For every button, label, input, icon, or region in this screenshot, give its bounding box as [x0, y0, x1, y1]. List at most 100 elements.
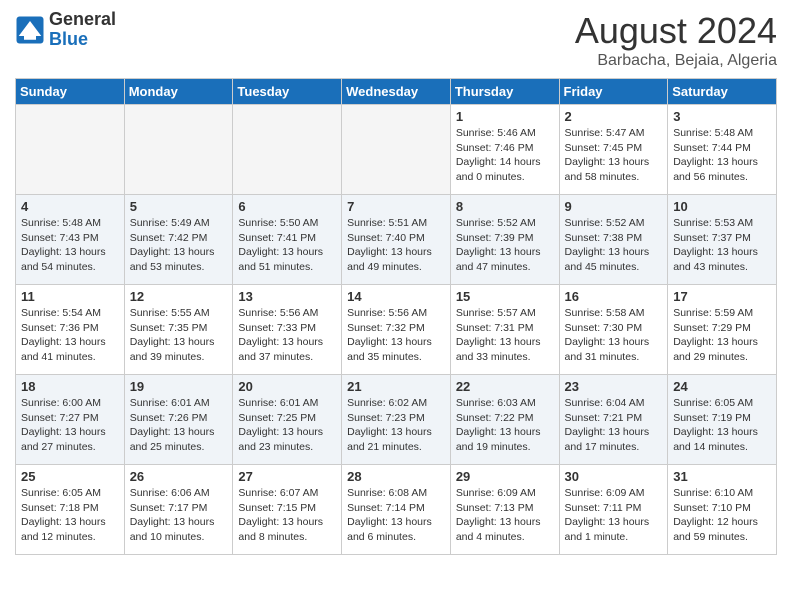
calendar-cell: 25 Sunrise: 6:05 AM Sunset: 7:18 PM Dayli…: [16, 465, 125, 555]
week-row-5: 25 Sunrise: 6:05 AM Sunset: 7:18 PM Dayli…: [16, 465, 777, 555]
day-number: 23: [565, 379, 663, 394]
header-row: SundayMondayTuesdayWednesdayThursdayFrid…: [16, 79, 777, 105]
calendar-cell: 13Sunrise: 5:56 AM Sunset: 7:33 PM Dayli…: [233, 285, 342, 375]
day-info: Sunrise: 6:10 AM Sunset: 7:10 PM Dayligh…: [673, 486, 771, 545]
day-number: 30: [565, 469, 663, 484]
day-number: 25: [21, 469, 119, 484]
day-number: 22: [456, 379, 554, 394]
week-row-3: 11 Sunrise: 5:54 AM Sunset: 7:36 PM Dayli…: [16, 285, 777, 375]
column-header-monday: Monday: [124, 79, 233, 105]
day-number: 20: [238, 379, 336, 394]
day-number: 14: [347, 289, 445, 304]
calendar-cell: [342, 105, 451, 195]
day-number: 10: [673, 199, 771, 214]
calendar-cell: 27Sunrise: 6:07 AM Sunset: 7:15 PM Dayli…: [233, 465, 342, 555]
calendar-cell: 5 Sunrise: 5:49 AM Sunset: 7:42 PM Daylig…: [124, 195, 233, 285]
day-info: Sunrise: 6:04 AM Sunset: 7:21 PM Dayligh…: [565, 396, 663, 455]
day-number: 6: [238, 199, 336, 214]
day-number: 31: [673, 469, 771, 484]
calendar-cell: 4 Sunrise: 5:48 AM Sunset: 7:43 PM Daylig…: [16, 195, 125, 285]
day-info: Sunrise: 5:48 AM Sunset: 7:44 PM Dayligh…: [673, 126, 771, 185]
day-number: 13: [238, 289, 336, 304]
calendar-cell: 26 Sunrise: 6:06 AM Sunset: 7:17 PM Dayli…: [124, 465, 233, 555]
day-info: Sunrise: 5:54 AM Sunset: 7:36 PM Dayligh…: [21, 306, 119, 365]
calendar-cell: [16, 105, 125, 195]
calendar-cell: 16 Sunrise: 5:58 AM Sunset: 7:30 PM Dayli…: [559, 285, 668, 375]
calendar-cell: [124, 105, 233, 195]
day-number: 2: [565, 109, 663, 124]
day-info: Sunrise: 6:09 AM Sunset: 7:13 PM Dayligh…: [456, 486, 554, 545]
logo-icon: [15, 15, 45, 45]
column-header-friday: Friday: [559, 79, 668, 105]
day-info: Sunrise: 6:01 AM Sunset: 7:26 PM Dayligh…: [130, 396, 228, 455]
column-header-thursday: Thursday: [450, 79, 559, 105]
day-number: 16: [565, 289, 663, 304]
calendar-cell: 7 Sunrise: 5:51 AM Sunset: 7:40 PM Daylig…: [342, 195, 451, 285]
day-number: 4: [21, 199, 119, 214]
day-number: 7: [347, 199, 445, 214]
day-info: Sunrise: 6:01 AM Sunset: 7:25 PM Dayligh…: [238, 396, 336, 455]
day-info: Sunrise: 5:48 AM Sunset: 7:43 PM Dayligh…: [21, 216, 119, 275]
page-header: General Blue August 2024 Barbacha, Bejai…: [15, 10, 777, 70]
day-info: Sunrise: 5:46 AM Sunset: 7:46 PM Dayligh…: [456, 126, 554, 185]
day-number: 12: [130, 289, 228, 304]
calendar-cell: 2 Sunrise: 5:47 AM Sunset: 7:45 PM Daylig…: [559, 105, 668, 195]
day-info: Sunrise: 5:55 AM Sunset: 7:35 PM Dayligh…: [130, 306, 228, 365]
day-info: Sunrise: 5:47 AM Sunset: 7:45 PM Dayligh…: [565, 126, 663, 185]
week-row-1: 1Sunrise: 5:46 AM Sunset: 7:46 PM Daylig…: [16, 105, 777, 195]
day-info: Sunrise: 5:57 AM Sunset: 7:31 PM Dayligh…: [456, 306, 554, 365]
day-number: 3: [673, 109, 771, 124]
calendar-cell: 24 Sunrise: 6:05 AM Sunset: 7:19 PM Dayli…: [668, 375, 777, 465]
day-number: 18: [21, 379, 119, 394]
day-info: Sunrise: 6:07 AM Sunset: 7:15 PM Dayligh…: [238, 486, 336, 545]
calendar-cell: 3 Sunrise: 5:48 AM Sunset: 7:44 PM Daylig…: [668, 105, 777, 195]
location: Barbacha, Bejaia, Algeria: [575, 52, 777, 70]
logo: General Blue: [15, 10, 116, 50]
day-number: 24: [673, 379, 771, 394]
day-info: Sunrise: 5:49 AM Sunset: 7:42 PM Dayligh…: [130, 216, 228, 275]
calendar-cell: 21Sunrise: 6:02 AM Sunset: 7:23 PM Dayli…: [342, 375, 451, 465]
column-header-saturday: Saturday: [668, 79, 777, 105]
day-info: Sunrise: 5:59 AM Sunset: 7:29 PM Dayligh…: [673, 306, 771, 365]
week-row-2: 4 Sunrise: 5:48 AM Sunset: 7:43 PM Daylig…: [16, 195, 777, 285]
day-info: Sunrise: 6:03 AM Sunset: 7:22 PM Dayligh…: [456, 396, 554, 455]
calendar-table: SundayMondayTuesdayWednesdayThursdayFrid…: [15, 78, 777, 555]
day-number: 5: [130, 199, 228, 214]
calendar-cell: 11 Sunrise: 5:54 AM Sunset: 7:36 PM Dayli…: [16, 285, 125, 375]
day-info: Sunrise: 6:08 AM Sunset: 7:14 PM Dayligh…: [347, 486, 445, 545]
day-number: 17: [673, 289, 771, 304]
day-info: Sunrise: 5:52 AM Sunset: 7:38 PM Dayligh…: [565, 216, 663, 275]
day-info: Sunrise: 6:02 AM Sunset: 7:23 PM Dayligh…: [347, 396, 445, 455]
calendar-cell: 10Sunrise: 5:53 AM Sunset: 7:37 PM Dayli…: [668, 195, 777, 285]
calendar-cell: 20 Sunrise: 6:01 AM Sunset: 7:25 PM Dayli…: [233, 375, 342, 465]
day-number: 11: [21, 289, 119, 304]
day-number: 26: [130, 469, 228, 484]
day-number: 29: [456, 469, 554, 484]
column-header-sunday: Sunday: [16, 79, 125, 105]
column-header-tuesday: Tuesday: [233, 79, 342, 105]
day-info: Sunrise: 5:52 AM Sunset: 7:39 PM Dayligh…: [456, 216, 554, 275]
calendar-cell: 22 Sunrise: 6:03 AM Sunset: 7:22 PM Dayli…: [450, 375, 559, 465]
day-info: Sunrise: 5:50 AM Sunset: 7:41 PM Dayligh…: [238, 216, 336, 275]
day-info: Sunrise: 5:56 AM Sunset: 7:32 PM Dayligh…: [347, 306, 445, 365]
day-info: Sunrise: 6:09 AM Sunset: 7:11 PM Dayligh…: [565, 486, 663, 545]
day-number: 28: [347, 469, 445, 484]
calendar-cell: 8 Sunrise: 5:52 AM Sunset: 7:39 PM Daylig…: [450, 195, 559, 285]
day-info: Sunrise: 5:51 AM Sunset: 7:40 PM Dayligh…: [347, 216, 445, 275]
calendar-cell: 9Sunrise: 5:52 AM Sunset: 7:38 PM Daylig…: [559, 195, 668, 285]
calendar-cell: 19Sunrise: 6:01 AM Sunset: 7:26 PM Dayli…: [124, 375, 233, 465]
month-title: August 2024: [575, 10, 777, 52]
day-info: Sunrise: 5:58 AM Sunset: 7:30 PM Dayligh…: [565, 306, 663, 365]
calendar-cell: 29 Sunrise: 6:09 AM Sunset: 7:13 PM Dayli…: [450, 465, 559, 555]
day-number: 8: [456, 199, 554, 214]
day-info: Sunrise: 6:05 AM Sunset: 7:18 PM Dayligh…: [21, 486, 119, 545]
calendar-cell: 15Sunrise: 5:57 AM Sunset: 7:31 PM Dayli…: [450, 285, 559, 375]
calendar-cell: 31 Sunrise: 6:10 AM Sunset: 7:10 PM Dayli…: [668, 465, 777, 555]
calendar-cell: 23 Sunrise: 6:04 AM Sunset: 7:21 PM Dayli…: [559, 375, 668, 465]
column-header-wednesday: Wednesday: [342, 79, 451, 105]
calendar-cell: 28 Sunrise: 6:08 AM Sunset: 7:14 PM Dayli…: [342, 465, 451, 555]
calendar-cell: 17 Sunrise: 5:59 AM Sunset: 7:29 PM Dayli…: [668, 285, 777, 375]
day-info: Sunrise: 6:06 AM Sunset: 7:17 PM Dayligh…: [130, 486, 228, 545]
day-info: Sunrise: 6:05 AM Sunset: 7:19 PM Dayligh…: [673, 396, 771, 455]
calendar-cell: 12 Sunrise: 5:55 AM Sunset: 7:35 PM Dayli…: [124, 285, 233, 375]
